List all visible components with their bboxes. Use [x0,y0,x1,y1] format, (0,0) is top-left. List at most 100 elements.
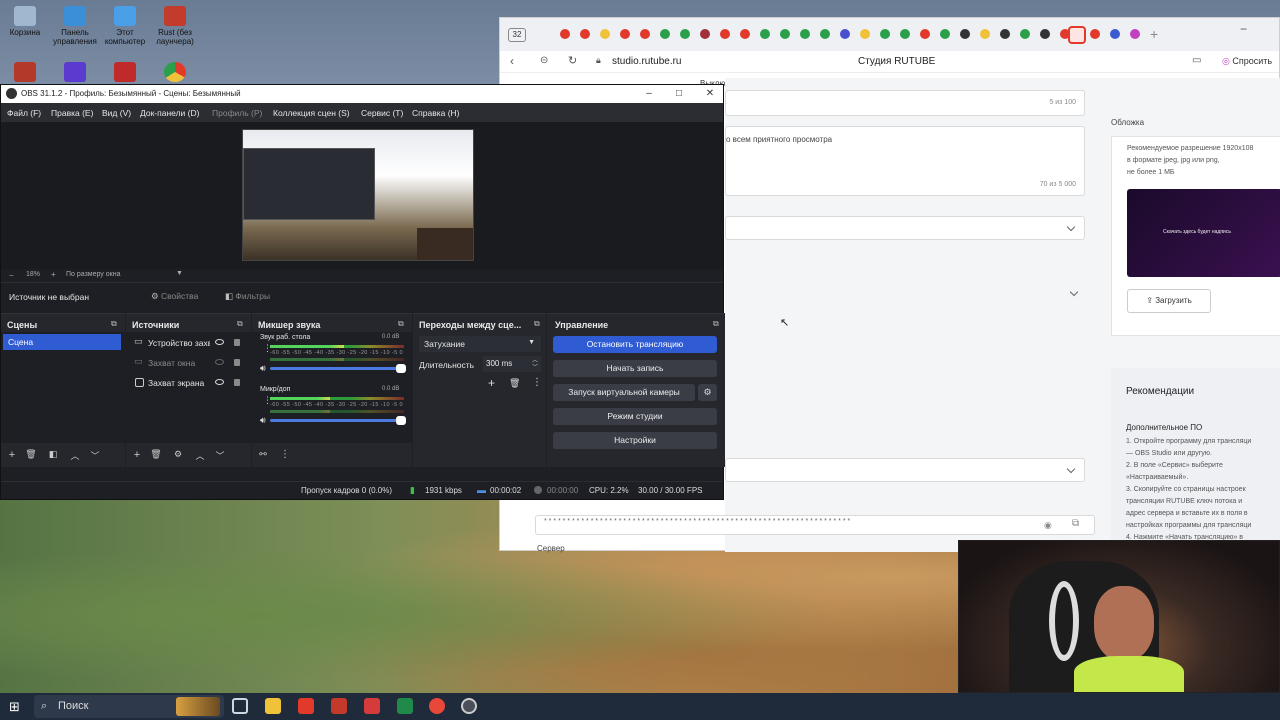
desktop-icon-rust[interactable]: Rust (без лаунчера) [150,6,200,46]
move-down-icon[interactable]: ﹀ [213,449,227,462]
add-source-button[interactable]: + [130,449,144,461]
taskbar-search[interactable]: ⌕ Поиск [34,695,224,718]
lock-icon[interactable] [234,359,240,366]
tab-favicon[interactable] [560,29,570,39]
upload-button[interactable]: ⇪ Загрузить [1127,289,1211,313]
menu-view[interactable]: Вид (V) [102,108,131,118]
new-tab-plus-icon[interactable]: + [1150,26,1158,42]
tab-favicon[interactable] [740,29,750,39]
tab-favicon[interactable] [580,29,590,39]
menu-help[interactable]: Справка (H) [412,108,460,118]
back-arrow-icon[interactable]: ‹ [510,54,514,68]
move-up-icon[interactable]: ︿ [193,449,207,462]
desktop-icon-chrome[interactable] [150,62,200,84]
volume-slider[interactable] [270,364,406,373]
zoom-out-button[interactable]: − [9,271,14,280]
transition-select[interactable]: Затухание ▼ [419,336,541,352]
speaker-icon[interactable]: 🔊︎ [260,363,266,374]
filter-icon[interactable]: ◧ [46,449,60,460]
menu-tools[interactable]: Сервис (T) [361,108,403,118]
trash-icon[interactable]: 🗑︎ [149,449,163,460]
tab-favicon[interactable] [880,29,890,39]
tab-favicon[interactable] [980,29,990,39]
tab-favicon[interactable] [800,29,810,39]
tab-favicon[interactable] [760,29,770,39]
windows-start-icon[interactable]: ⊞ [9,699,20,715]
start-record-button[interactable]: Начать запись [553,360,717,377]
trash-icon[interactable]: 🗑︎ [509,378,520,389]
tab-favicon[interactable] [600,29,610,39]
title-field[interactable]: 5 из 100 [725,90,1085,116]
gear-icon[interactable]: ⚙ [171,449,185,460]
chevron-down-icon[interactable] [1069,287,1079,297]
settings-select[interactable] [725,458,1085,482]
desktop-icon-app[interactable] [0,62,50,84]
eye-icon[interactable] [215,339,224,345]
menu-edit[interactable]: Правка (E) [51,108,93,118]
tab-favicon[interactable] [620,29,630,39]
lock-icon[interactable] [234,339,240,346]
dock-float-icon[interactable]: ⧉ [111,319,117,329]
checkbox-icon[interactable] [135,378,144,387]
virtual-camera-settings-button[interactable]: ⚙ [698,384,717,401]
trash-icon[interactable]: 🗑︎ [24,449,38,460]
add-transition-button[interactable]: + [488,376,495,390]
dock-float-icon[interactable]: ⧉ [534,319,540,329]
dock-float-icon[interactable]: ⧉ [237,319,243,329]
desktop-icon-app[interactable] [100,62,150,84]
obs-titlebar[interactable]: OBS 31.1.2 - Профиль: Безымянный - Сцены… [1,85,723,103]
link-icon[interactable]: ⚯ [256,449,270,460]
zoom-fit-select[interactable]: По размеру окна [66,271,120,278]
bookmark-icon[interactable]: ▭ [1192,55,1201,66]
properties-button[interactable]: ⚙ Свойства [151,291,198,302]
move-down-icon[interactable]: ﹀ [88,449,102,462]
tab-favicon[interactable] [680,29,690,39]
slider-handle[interactable] [396,416,406,425]
task-view-icon[interactable] [232,698,248,714]
tab-favicon[interactable] [700,29,710,39]
spin-down-icon[interactable]: ﹀ [532,362,538,371]
tab-favicon[interactable] [1040,29,1050,39]
add-scene-button[interactable]: + [5,449,19,461]
file-explorer-icon[interactable] [265,698,281,714]
duration-spinbox[interactable]: 300 ms ︿ ﹀ [483,356,541,372]
window-minimize-icon[interactable]: − [1240,22,1247,36]
volume-slider[interactable] [270,416,406,425]
kebab-menu-icon[interactable]: ⋮ [532,377,542,388]
desktop-icon-control-panel[interactable]: Панель управления [50,6,100,46]
desktop-icon-recycle-bin[interactable]: Корзина [0,6,50,37]
eye-hidden-icon[interactable] [215,359,224,365]
slider-handle[interactable] [396,364,406,373]
source-item[interactable]: ▭ Захват окна [126,354,251,372]
caret-down-icon[interactable]: ▼ [176,270,183,277]
rust-icon[interactable] [331,698,347,714]
ask-button[interactable]: ◎ Спросить [1222,56,1272,67]
settings-button[interactable]: Настройки [553,432,717,449]
tab-favicon[interactable] [900,29,910,39]
browser-tab-strip[interactable]: 32 + − [500,18,1279,51]
tab-favicon[interactable] [820,29,830,39]
description-field[interactable]: о всем приятного просмотра 70 из 5 000 [725,126,1085,196]
studio-mode-button[interactable]: Режим студии [553,408,717,425]
tab-favicon[interactable] [960,29,970,39]
tab-favicon[interactable] [860,29,870,39]
tab-favicon[interactable] [840,29,850,39]
copy-icon[interactable]: ⧉ [1072,518,1079,529]
virtual-camera-button[interactable]: Запуск виртуальной камеры [553,384,695,401]
obs-icon[interactable] [461,698,477,714]
tab-favicon[interactable] [940,29,950,39]
dock-float-icon[interactable]: ⧉ [398,319,404,329]
close-button[interactable]: ✕ [702,87,718,101]
stop-stream-button[interactable]: Остановить трансляцию [553,336,717,353]
shield-icon[interactable]: ⊝ [540,55,548,66]
zoom-in-button[interactable]: + [51,270,56,279]
preview-canvas[interactable] [242,129,474,261]
move-up-icon[interactable]: ︿ [68,449,82,462]
desktop-icon-this-pc[interactable]: Этот компьютер [100,6,150,46]
cover-preview[interactable]: Скачать здесь будет надпись [1127,189,1280,277]
source-item[interactable]: Захват экрана [126,374,251,392]
obs-preview-area[interactable] [1,122,723,269]
menu-docks[interactable]: Док-панели (D) [140,108,199,118]
tab-favicon[interactable] [1020,29,1030,39]
tab-favicon[interactable] [780,29,790,39]
